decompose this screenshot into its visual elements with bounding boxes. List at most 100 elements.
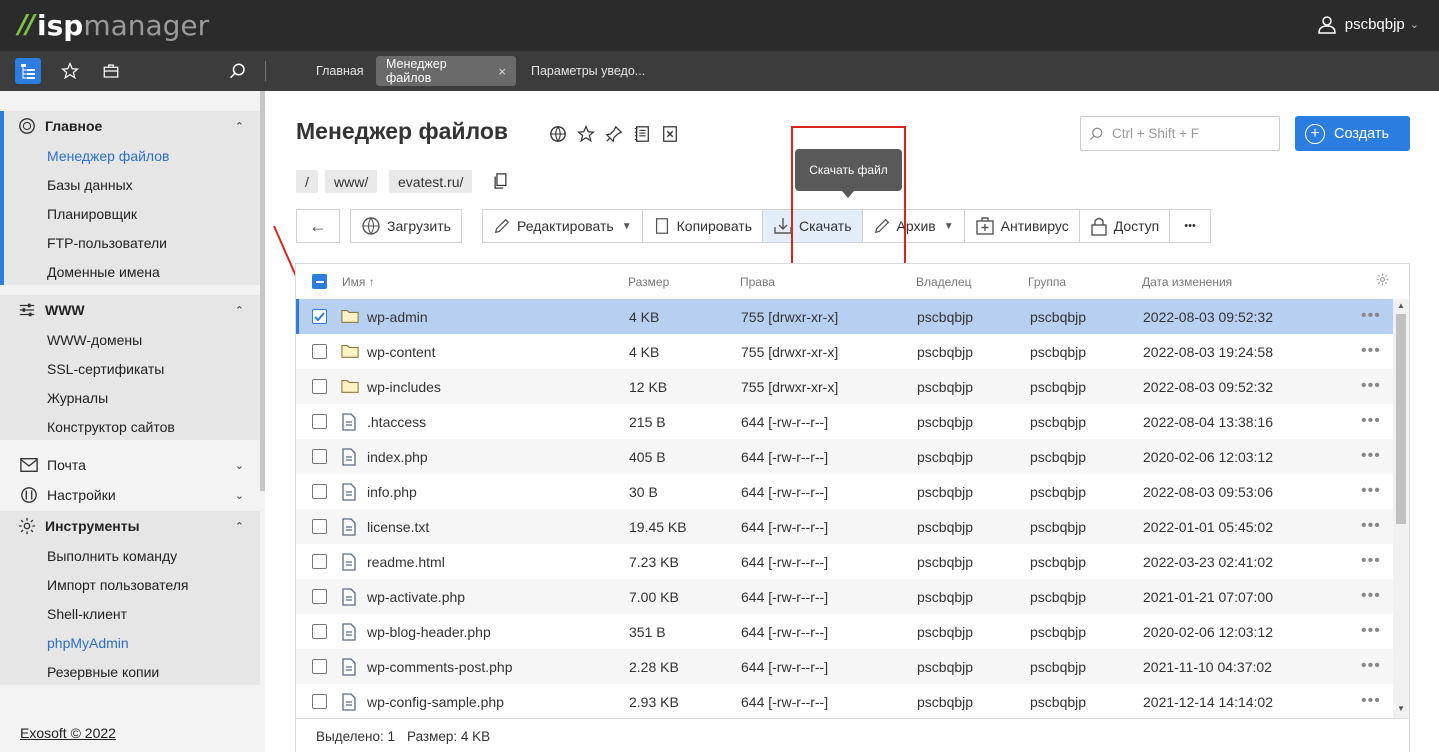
scrollbar-thumb[interactable] bbox=[1396, 314, 1406, 524]
sidebar-group-mail[interactable]: Почта ⌄ bbox=[0, 450, 260, 480]
scroll-down-icon[interactable]: ▼ bbox=[1397, 704, 1405, 713]
row-checkbox[interactable] bbox=[312, 449, 327, 464]
sidebar-item-shell-client[interactable]: Shell-клиент bbox=[0, 599, 260, 628]
breadcrumb-www[interactable]: www/ bbox=[325, 170, 378, 193]
sidebar-group-tools-header[interactable]: Инструменты ⌃ bbox=[0, 511, 260, 541]
table-row[interactable]: wp-content 4 KB 755 [drwxr-xr-x] pscbqbjp ps… bbox=[296, 334, 1393, 369]
antivirus-button[interactable]: Антивирус bbox=[965, 210, 1080, 242]
edit-button[interactable]: Редактировать ▼ bbox=[483, 210, 643, 242]
row-menu-icon[interactable]: ••• bbox=[1361, 587, 1381, 605]
table-row[interactable]: .htaccess 215 B 644 [-rw-r--r--] pscbqbjp ps… bbox=[296, 404, 1393, 439]
table-row[interactable]: wp-includes 12 KB 755 [drwxr-xr-x] pscbqbjp… bbox=[296, 369, 1393, 404]
copyright-link[interactable]: Exosoft © 2022 bbox=[20, 725, 116, 741]
row-menu-icon[interactable]: ••• bbox=[1361, 447, 1381, 465]
menu-tree-icon[interactable] bbox=[15, 58, 41, 84]
copy-button[interactable]: Копировать bbox=[643, 210, 764, 242]
file-name[interactable]: info.php bbox=[367, 484, 417, 500]
sidebar-item-ftp-users[interactable]: FTP-пользователи bbox=[4, 228, 260, 257]
row-checkbox[interactable] bbox=[312, 624, 327, 639]
row-checkbox[interactable] bbox=[312, 694, 327, 709]
col-name[interactable]: Имя ↑ bbox=[342, 275, 375, 289]
tab-notification-settings[interactable]: Параметры уведо... bbox=[521, 56, 655, 86]
favorites-star-icon[interactable] bbox=[57, 58, 83, 84]
file-name[interactable]: wp-activate.php bbox=[367, 589, 465, 605]
row-checkbox[interactable] bbox=[312, 379, 327, 394]
sidebar-item-file-manager[interactable]: Менеджер файлов bbox=[4, 141, 260, 170]
row-checkbox[interactable] bbox=[312, 344, 327, 359]
sidebar-group-main-header[interactable]: Главное ⌃ bbox=[4, 111, 260, 141]
col-group[interactable]: Группа bbox=[1028, 275, 1066, 289]
tab-file-manager[interactable]: Менеджер файлов × bbox=[376, 56, 516, 86]
row-checkbox[interactable] bbox=[312, 659, 327, 674]
col-owner[interactable]: Владелец bbox=[916, 275, 972, 289]
row-menu-icon[interactable]: ••• bbox=[1361, 412, 1381, 430]
create-button[interactable]: + Создать bbox=[1295, 116, 1410, 151]
sidebar-item-domains[interactable]: Доменные имена bbox=[4, 257, 260, 286]
access-button[interactable]: Доступ bbox=[1080, 210, 1171, 242]
file-name[interactable]: wp-config-sample.php bbox=[367, 694, 504, 710]
sidebar-item-site-builder[interactable]: Конструктор сайтов bbox=[0, 412, 260, 441]
close-icon[interactable]: × bbox=[498, 64, 506, 79]
upload-button[interactable]: Загрузить bbox=[350, 209, 462, 243]
sidebar-item-run-command[interactable]: Выполнить команду bbox=[0, 541, 260, 570]
notes-icon[interactable] bbox=[632, 124, 652, 144]
sidebar-item-www-domains[interactable]: WWW-домены bbox=[0, 325, 260, 354]
table-row[interactable]: wp-blog-header.php 351 B 644 [-rw-r--r--] p… bbox=[296, 614, 1393, 649]
row-menu-icon[interactable]: ••• bbox=[1361, 482, 1381, 500]
table-row[interactable]: readme.html 7.23 KB 644 [-rw-r--r--] pscbqb… bbox=[296, 544, 1393, 579]
sidebar-item-backups[interactable]: Резервные копии bbox=[0, 657, 260, 686]
file-name[interactable]: wp-blog-header.php bbox=[367, 624, 491, 640]
row-menu-icon[interactable]: ••• bbox=[1361, 307, 1381, 325]
sidebar-item-ssl[interactable]: SSL-сертификаты bbox=[0, 354, 260, 383]
file-name[interactable]: readme.html bbox=[367, 554, 445, 570]
tab-main[interactable]: Главная bbox=[306, 56, 374, 86]
user-menu[interactable]: pscbqbjp ⌄ bbox=[1317, 14, 1419, 34]
file-name[interactable]: .htaccess bbox=[367, 414, 426, 430]
table-row[interactable]: index.php 405 B 644 [-rw-r--r--] pscbqbjp ps… bbox=[296, 439, 1393, 474]
file-name[interactable]: wp-includes bbox=[367, 379, 441, 395]
col-size[interactable]: Размер bbox=[628, 275, 669, 289]
table-row[interactable]: license.txt 19.45 KB 644 [-rw-r--r--] pscbq… bbox=[296, 509, 1393, 544]
table-row[interactable]: info.php 30 B 644 [-rw-r--r--] pscbqbjp pscb… bbox=[296, 474, 1393, 509]
search-icon[interactable] bbox=[225, 58, 251, 84]
sidebar-item-import-user[interactable]: Импорт пользователя bbox=[0, 570, 260, 599]
row-menu-icon[interactable]: ••• bbox=[1361, 692, 1381, 710]
more-button[interactable]: ••• bbox=[1170, 210, 1210, 242]
excel-export-icon[interactable] bbox=[660, 124, 680, 144]
table-scrollbar[interactable]: ▲ ▼ bbox=[1393, 299, 1409, 718]
row-menu-icon[interactable]: ••• bbox=[1361, 622, 1381, 640]
row-menu-icon[interactable]: ••• bbox=[1361, 517, 1381, 535]
sidebar-item-phpmyadmin[interactable]: phpMyAdmin bbox=[0, 628, 260, 657]
pin-icon[interactable] bbox=[604, 124, 624, 144]
breadcrumb-root[interactable]: / bbox=[296, 170, 318, 193]
table-row[interactable]: wp-comments-post.php 2.28 KB 644 [-rw-r--r… bbox=[296, 649, 1393, 684]
row-menu-icon[interactable]: ••• bbox=[1361, 552, 1381, 570]
table-row[interactable]: wp-admin 4 KB 755 [drwxr-xr-x] pscbqbjp pscb… bbox=[296, 299, 1393, 334]
row-checkbox[interactable] bbox=[312, 554, 327, 569]
upload-segment[interactable]: Загрузить bbox=[351, 210, 461, 242]
table-row[interactable]: wp-activate.php 7.00 KB 644 [-rw-r--r--] ps… bbox=[296, 579, 1393, 614]
sidebar-group-www-header[interactable]: WWW ⌃ bbox=[0, 295, 260, 325]
sidebar-item-scheduler[interactable]: Планировщик bbox=[4, 199, 260, 228]
file-name[interactable]: index.php bbox=[367, 449, 428, 465]
file-name[interactable]: wp-admin bbox=[367, 309, 428, 325]
row-menu-icon[interactable]: ••• bbox=[1361, 657, 1381, 675]
sidebar-item-databases[interactable]: Базы данных bbox=[4, 170, 260, 199]
file-name[interactable]: wp-comments-post.php bbox=[367, 659, 513, 675]
sidebar-group-settings[interactable]: Настройки ⌄ bbox=[0, 480, 260, 510]
sidebar-item-logs[interactable]: Журналы bbox=[0, 383, 260, 412]
row-checkbox[interactable] bbox=[312, 519, 327, 534]
row-checkbox[interactable] bbox=[312, 414, 327, 429]
select-all-checkbox[interactable] bbox=[312, 274, 327, 289]
col-modified[interactable]: Дата изменения bbox=[1142, 275, 1232, 289]
scroll-up-icon[interactable]: ▲ bbox=[1397, 301, 1405, 310]
column-settings-gear-icon[interactable] bbox=[1376, 273, 1389, 289]
row-menu-icon[interactable]: ••• bbox=[1361, 377, 1381, 395]
row-checkbox[interactable] bbox=[312, 484, 327, 499]
briefcase-icon[interactable] bbox=[98, 58, 124, 84]
file-name[interactable]: wp-content bbox=[367, 344, 435, 360]
col-perms[interactable]: Права bbox=[740, 275, 775, 289]
table-row[interactable]: wp-config-sample.php 2.93 KB 644 [-rw-r--r… bbox=[296, 684, 1393, 719]
copy-path-icon[interactable] bbox=[493, 173, 508, 192]
row-menu-icon[interactable]: ••• bbox=[1361, 342, 1381, 360]
